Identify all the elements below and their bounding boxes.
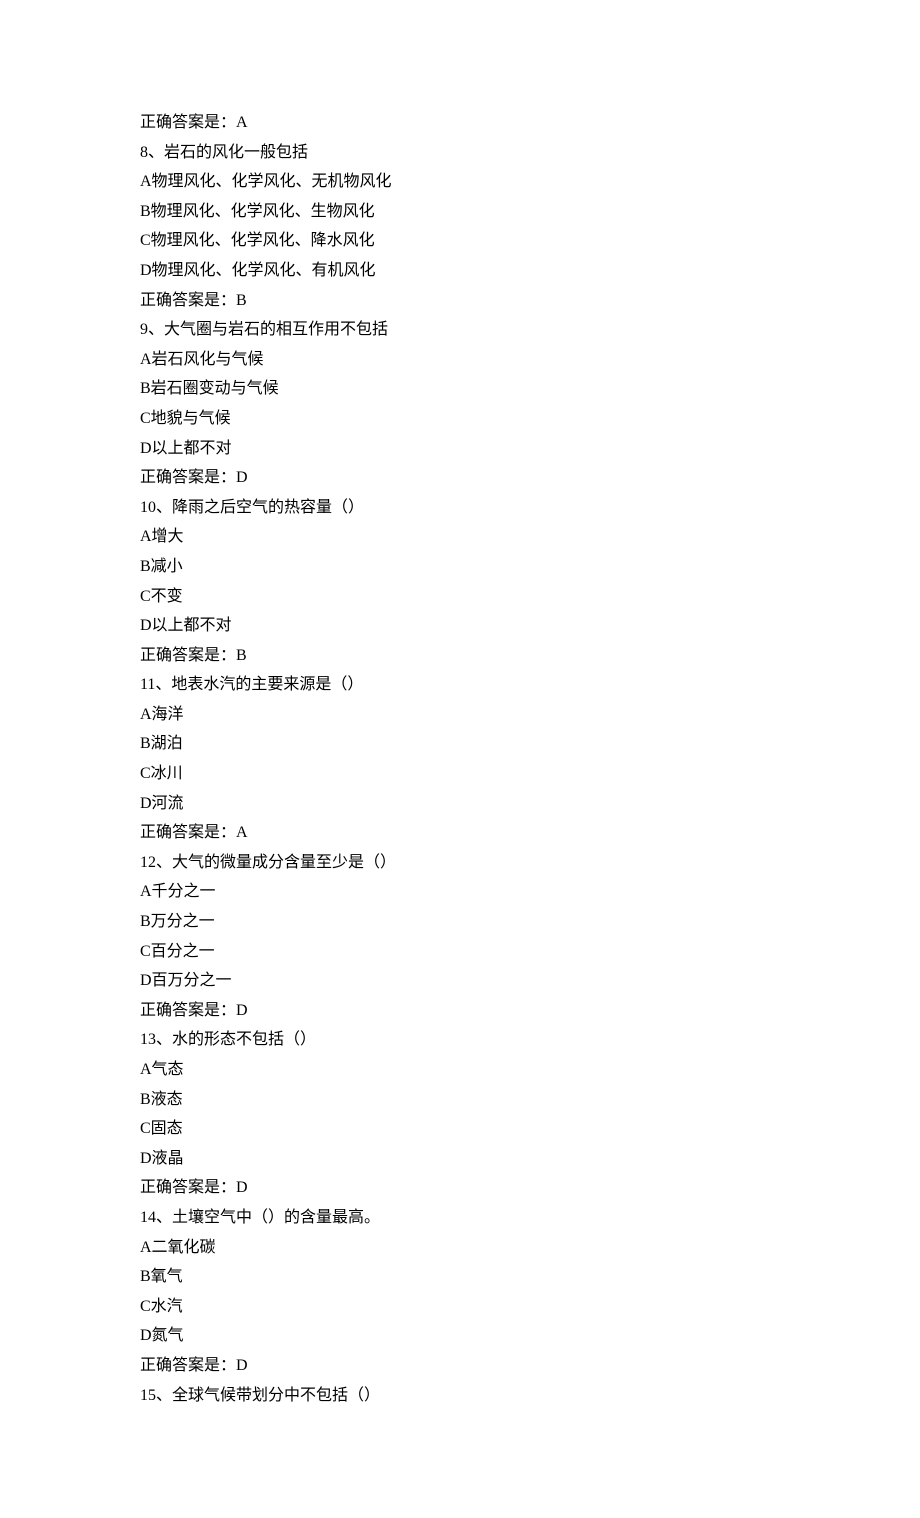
option-line: A千分之一 bbox=[140, 877, 780, 907]
option-line: A岩石风化与气候 bbox=[140, 345, 780, 375]
answer-line: 正确答案是：D bbox=[140, 463, 780, 493]
option-line: C地貌与气候 bbox=[140, 404, 780, 434]
answer-line: 正确答案是：A bbox=[140, 108, 780, 138]
option-line: D氮气 bbox=[140, 1321, 780, 1351]
option-line: D以上都不对 bbox=[140, 434, 780, 464]
answer-line: 正确答案是：B bbox=[140, 641, 780, 671]
question-line: 12、大气的微量成分含量至少是（） bbox=[140, 848, 780, 878]
option-line: D液晶 bbox=[140, 1144, 780, 1174]
option-line: A物理风化、化学风化、无机物风化 bbox=[140, 167, 780, 197]
option-line: B万分之一 bbox=[140, 907, 780, 937]
answer-line: 正确答案是：D bbox=[140, 1351, 780, 1381]
answer-line: 正确答案是：D bbox=[140, 996, 780, 1026]
answer-line: 正确答案是：D bbox=[140, 1173, 780, 1203]
option-line: C不变 bbox=[140, 582, 780, 612]
document-page: 正确答案是：A 8、岩石的风化一般包括 A物理风化、化学风化、无机物风化 B物理… bbox=[0, 0, 920, 1518]
question-line: 8、岩石的风化一般包括 bbox=[140, 138, 780, 168]
option-line: A增大 bbox=[140, 522, 780, 552]
question-line: 13、水的形态不包括（） bbox=[140, 1025, 780, 1055]
question-line: 10、降雨之后空气的热容量（） bbox=[140, 493, 780, 523]
option-line: C冰川 bbox=[140, 759, 780, 789]
question-line: 14、土壤空气中（）的含量最高。 bbox=[140, 1203, 780, 1233]
option-line: C物理风化、化学风化、降水风化 bbox=[140, 226, 780, 256]
option-line: D以上都不对 bbox=[140, 611, 780, 641]
option-line: A海洋 bbox=[140, 700, 780, 730]
option-line: B岩石圈变动与气候 bbox=[140, 374, 780, 404]
option-line: B液态 bbox=[140, 1085, 780, 1115]
answer-line: 正确答案是：B bbox=[140, 286, 780, 316]
option-line: B湖泊 bbox=[140, 729, 780, 759]
answer-line: 正确答案是：A bbox=[140, 818, 780, 848]
question-line: 15、全球气候带划分中不包括（） bbox=[140, 1381, 780, 1411]
question-line: 9、大气圈与岩石的相互作用不包括 bbox=[140, 315, 780, 345]
option-line: D河流 bbox=[140, 789, 780, 819]
option-line: D百万分之一 bbox=[140, 966, 780, 996]
option-line: A气态 bbox=[140, 1055, 780, 1085]
question-line: 11、地表水汽的主要来源是（） bbox=[140, 670, 780, 700]
option-line: C水汽 bbox=[140, 1292, 780, 1322]
option-line: B减小 bbox=[140, 552, 780, 582]
option-line: B氧气 bbox=[140, 1262, 780, 1292]
option-line: B物理风化、化学风化、生物风化 bbox=[140, 197, 780, 227]
option-line: A二氧化碳 bbox=[140, 1233, 780, 1263]
option-line: C百分之一 bbox=[140, 937, 780, 967]
option-line: C固态 bbox=[140, 1114, 780, 1144]
option-line: D物理风化、化学风化、有机风化 bbox=[140, 256, 780, 286]
